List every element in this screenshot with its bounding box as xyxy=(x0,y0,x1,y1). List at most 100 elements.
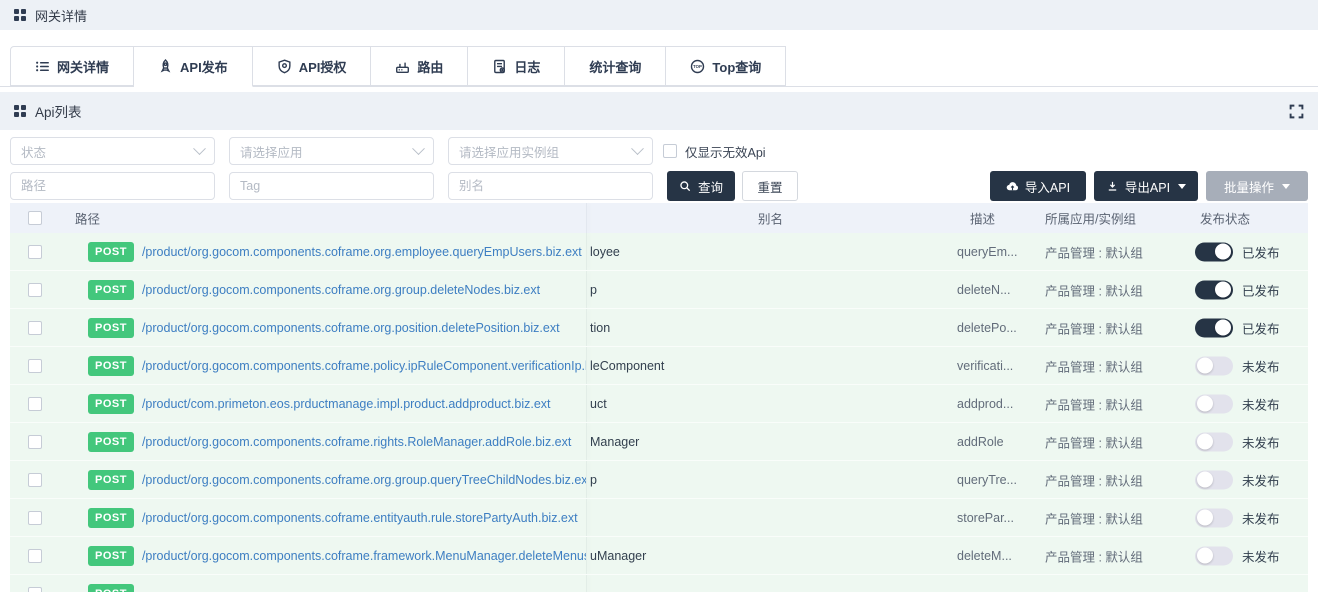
select-all-checkbox[interactable] xyxy=(28,211,42,225)
fullscreen-icon[interactable] xyxy=(1289,104,1304,119)
publish-toggle[interactable] xyxy=(1195,318,1233,337)
table-row: POST /product/org.gocom.components.cofra… xyxy=(10,499,1308,537)
fixed-column-divider xyxy=(586,233,587,270)
publish-toggle[interactable] xyxy=(1195,508,1233,527)
row-checkbox[interactable] xyxy=(28,283,42,297)
search-icon xyxy=(679,180,692,193)
row-fixed-area: POST /product/org.gocom.components.cofra… xyxy=(10,271,586,308)
publish-toggle[interactable] xyxy=(1195,546,1233,565)
description-cell: deleteM... xyxy=(957,549,1012,563)
invalid-api-checkbox[interactable]: 仅显示无效Api xyxy=(663,142,766,161)
publish-toggle[interactable] xyxy=(1195,432,1233,451)
method-badge: POST xyxy=(88,508,134,528)
chevron-down-icon xyxy=(412,142,425,155)
export-api-button[interactable]: 导出API xyxy=(1094,171,1198,201)
api-path-link[interactable]: /product/org.gocom.components.coframe.or… xyxy=(142,321,560,335)
publish-toggle[interactable] xyxy=(1195,242,1233,261)
tab-5[interactable]: 日志 xyxy=(468,46,565,86)
fixed-column-divider xyxy=(586,347,587,384)
invalid-api-checkbox-label: 仅显示无效Api xyxy=(685,142,766,161)
publish-toggle[interactable] xyxy=(1195,280,1233,299)
row-fixed-area: POST /product/org.gocom.components.cofra… xyxy=(10,309,586,346)
tag-input[interactable] xyxy=(229,172,434,200)
instance-group-select[interactable]: 请选择应用实例组 xyxy=(448,137,653,165)
page-header: 网关详情 xyxy=(0,0,1318,30)
tab-7[interactable]: TOPTop查询 xyxy=(666,46,786,86)
api-path-link[interactable]: /product/org.gocom.components.coframe.ri… xyxy=(142,435,571,449)
chevron-down-icon xyxy=(193,142,206,155)
toggle-knob xyxy=(1215,282,1231,298)
table-row: POST /product/org.gocom.components.cofra… xyxy=(10,537,1308,575)
method-badge: POST xyxy=(88,318,134,338)
method-badge: POST xyxy=(88,394,134,414)
toggle-knob xyxy=(1215,320,1231,336)
app-group-cell: 产品管理 : 默认组 xyxy=(1045,394,1143,413)
api-path-link[interactable]: /product/com.primeton.eos.prductmanage.i… xyxy=(142,397,551,411)
svg-text:TOP: TOP xyxy=(694,64,703,69)
method-badge: POST xyxy=(88,280,134,300)
fixed-column-divider xyxy=(586,385,587,422)
publish-toggle[interactable] xyxy=(1195,470,1233,489)
publish-status-label: 未发布 xyxy=(1242,470,1280,489)
row-checkbox[interactable] xyxy=(28,473,42,487)
alias-input[interactable] xyxy=(448,172,653,200)
tab-label: API授权 xyxy=(299,57,347,76)
method-badge: POST xyxy=(88,470,134,490)
publish-status-label: 未发布 xyxy=(1242,356,1280,375)
toggle-knob xyxy=(1197,510,1213,526)
row-fixed-area: POST /product/org.gocom.components.cofra… xyxy=(10,233,586,270)
tab-2[interactable]: API发布 xyxy=(134,46,253,87)
tab-label: 路由 xyxy=(417,57,443,76)
row-checkbox[interactable] xyxy=(28,321,42,335)
publish-status-label: 未发布 xyxy=(1242,546,1280,565)
api-path-link[interactable]: /product/org.gocom.components.coframe.or… xyxy=(142,283,540,297)
fixed-column-divider xyxy=(586,537,587,574)
checkbox-icon[interactable] xyxy=(663,144,677,158)
method-badge: POST xyxy=(88,432,134,452)
batch-actions-button[interactable]: 批量操作 xyxy=(1206,171,1308,201)
import-api-button[interactable]: 导入API xyxy=(990,171,1086,201)
api-path-link[interactable]: /product/org.gocom.components.coframe.en… xyxy=(142,511,578,525)
tab-3[interactable]: API授权 xyxy=(253,46,372,86)
description-cell: storePar... xyxy=(957,511,1014,525)
status-select-placeholder: 状态 xyxy=(21,142,46,161)
table-row: POST /product/org.gocom.components.cofra… xyxy=(10,347,1308,385)
tab-6[interactable]: 统计查询 xyxy=(565,46,666,86)
reset-button[interactable]: 重置 xyxy=(742,171,798,201)
tab-4[interactable]: 路由 xyxy=(371,46,468,86)
row-checkbox[interactable] xyxy=(28,435,42,449)
path-input[interactable] xyxy=(10,172,215,200)
app-select[interactable]: 请选择应用 xyxy=(229,137,434,165)
api-path-link[interactable]: /product/org.gocom.components.coframe.po… xyxy=(142,359,586,373)
publish-status-label: 已发布 xyxy=(1242,318,1280,337)
search-button[interactable]: 查询 xyxy=(667,171,735,201)
status-select[interactable]: 状态 xyxy=(10,137,215,165)
publish-toggle[interactable] xyxy=(1195,356,1233,375)
row-fixed-area: POST /product/org.gocom.components.cofra… xyxy=(10,499,586,536)
grid-icon xyxy=(14,9,26,21)
api-table: 路径 别名 描述 所属应用/实例组 发布状态 POST /product/org… xyxy=(10,203,1308,592)
page-title: 网关详情 xyxy=(35,6,87,25)
row-checkbox[interactable] xyxy=(28,549,42,563)
app-group-cell: 产品管理 : 默认组 xyxy=(1045,280,1143,299)
table-row: POST /product/com.primeton.eos.prductman… xyxy=(10,385,1308,423)
row-checkbox[interactable] xyxy=(28,587,42,592)
api-path-link[interactable]: /product/org.gocom.components.coframe.fr… xyxy=(142,549,586,563)
service-name-clipped-text: uct xyxy=(590,397,607,411)
row-checkbox[interactable] xyxy=(28,359,42,373)
row-fixed-area: POST xyxy=(10,575,586,592)
row-checkbox[interactable] xyxy=(28,245,42,259)
publish-status-label: 已发布 xyxy=(1242,280,1280,299)
publish-toggle[interactable] xyxy=(1195,394,1233,413)
table-body: POST /product/org.gocom.components.cofra… xyxy=(10,233,1308,592)
app-group-cell: 产品管理 : 默认组 xyxy=(1045,508,1143,527)
description-cell: deleteN... xyxy=(957,283,1011,297)
api-path-link[interactable]: /product/org.gocom.components.coframe.or… xyxy=(142,245,582,259)
row-checkbox[interactable] xyxy=(28,511,42,525)
toggle-knob xyxy=(1197,548,1213,564)
toggle-knob xyxy=(1197,358,1213,374)
api-path-link[interactable]: /product/org.gocom.components.coframe.or… xyxy=(142,473,586,487)
service-name-clipped-text: uManager xyxy=(590,549,646,563)
tab-1[interactable]: 网关详情 xyxy=(10,46,134,86)
row-checkbox[interactable] xyxy=(28,397,42,411)
